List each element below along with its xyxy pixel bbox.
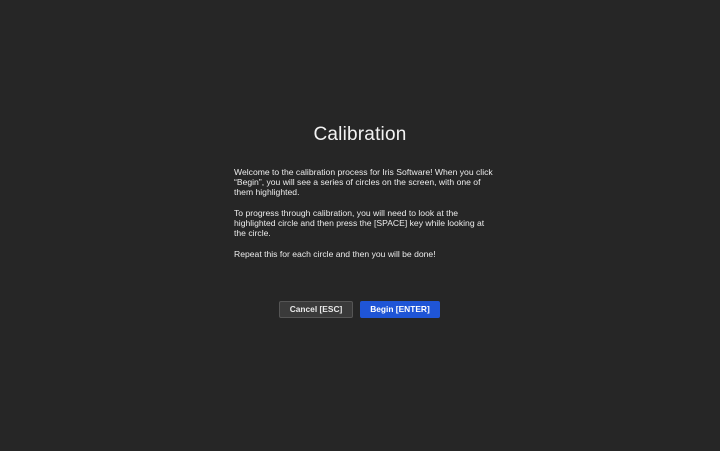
instruction-paragraph-welcome: Welcome to the calibration process for I… [234, 167, 493, 198]
instruction-paragraph-progress: To progress through calibration, you wil… [234, 207, 485, 239]
instructions: Welcome to the calibration process for I… [234, 167, 496, 269]
begin-button[interactable]: Begin [ENTER] [360, 301, 440, 318]
page-title: Calibration [313, 124, 407, 145]
button-row: Cancel [ESC] Begin [ENTER] [279, 301, 449, 319]
calibration-screen: Calibration Welcome to the calibration p… [0, 0, 720, 451]
cancel-button[interactable]: Cancel [ESC] [279, 301, 353, 318]
instruction-paragraph-repeat: Repeat this for each circle and then you… [234, 248, 436, 259]
